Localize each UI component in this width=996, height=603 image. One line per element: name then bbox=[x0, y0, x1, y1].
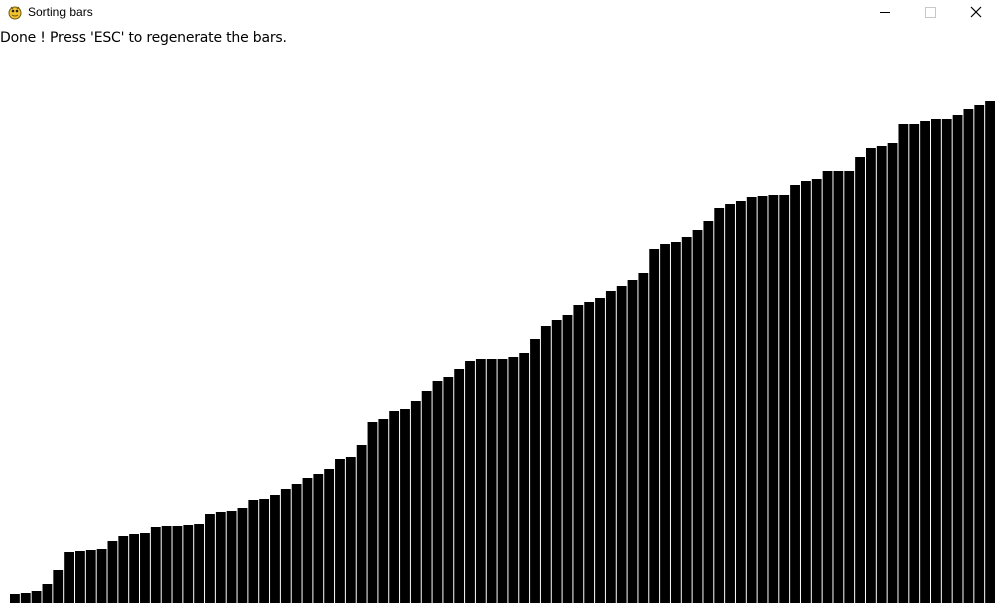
bar-23 bbox=[259, 499, 270, 603]
bar-81 bbox=[887, 143, 898, 603]
bar-53 bbox=[584, 302, 595, 603]
bar-1 bbox=[20, 593, 31, 603]
bar-32 bbox=[356, 445, 367, 603]
bar-48 bbox=[530, 339, 540, 603]
bar-24 bbox=[270, 495, 280, 603]
bar-60 bbox=[660, 244, 670, 603]
bar-13 bbox=[150, 527, 161, 603]
bar-0 bbox=[10, 594, 20, 603]
bar-40 bbox=[443, 377, 454, 603]
bar-50 bbox=[551, 320, 562, 603]
bar-61 bbox=[670, 242, 681, 603]
bar-35 bbox=[389, 411, 400, 603]
bar-21 bbox=[237, 508, 248, 603]
bar-41 bbox=[454, 369, 465, 603]
bar-47 bbox=[519, 353, 530, 603]
bar-9 bbox=[107, 541, 118, 603]
bar-18 bbox=[205, 514, 215, 603]
bar-72 bbox=[790, 185, 800, 603]
bar-39 bbox=[432, 381, 443, 603]
bar-19 bbox=[215, 512, 226, 603]
bar-7 bbox=[85, 550, 96, 603]
bar-85 bbox=[930, 119, 941, 603]
bar-73 bbox=[800, 181, 811, 603]
bar-86 bbox=[941, 119, 952, 603]
bar-3 bbox=[42, 584, 53, 603]
bar-27 bbox=[302, 478, 313, 603]
bar-36 bbox=[400, 409, 410, 603]
bar-37 bbox=[410, 401, 421, 603]
bar-31 bbox=[345, 457, 356, 603]
bar-62 bbox=[681, 237, 692, 603]
bar-49 bbox=[540, 326, 551, 603]
bar-38 bbox=[421, 391, 432, 603]
bar-83 bbox=[909, 124, 920, 603]
bar-63 bbox=[692, 230, 703, 603]
bar-22 bbox=[248, 500, 259, 603]
bar-74 bbox=[811, 179, 822, 603]
bar-25 bbox=[280, 489, 291, 603]
bar-64 bbox=[703, 221, 714, 603]
bar-43 bbox=[475, 359, 486, 603]
bar-59 bbox=[649, 249, 660, 603]
bar-70 bbox=[768, 195, 779, 603]
bar-78 bbox=[855, 157, 865, 603]
bar-12 bbox=[140, 533, 150, 603]
bar-84 bbox=[920, 121, 930, 603]
bar-29 bbox=[324, 469, 335, 603]
bar-76 bbox=[833, 171, 844, 603]
bar-54 bbox=[595, 298, 605, 603]
app-window: Sorting bars Done ! Press 'ESC' to regen… bbox=[0, 0, 996, 603]
bar-87 bbox=[952, 115, 963, 603]
bar-90 bbox=[985, 101, 995, 603]
bar-5 bbox=[64, 552, 75, 603]
bar-82 bbox=[898, 124, 909, 603]
bar-89 bbox=[974, 105, 985, 603]
bar-44 bbox=[486, 359, 497, 603]
bar-4 bbox=[53, 570, 64, 603]
bar-55 bbox=[605, 291, 616, 603]
bar-45 bbox=[497, 359, 508, 603]
bar-8 bbox=[96, 549, 107, 603]
bar-56 bbox=[616, 286, 627, 603]
bar-66 bbox=[725, 204, 735, 603]
bar-15 bbox=[172, 526, 183, 603]
bar-30 bbox=[335, 459, 345, 603]
bar-46 bbox=[508, 357, 519, 603]
bar-71 bbox=[779, 195, 790, 603]
bar-77 bbox=[844, 171, 855, 603]
bar-34 bbox=[378, 419, 389, 603]
bar-51 bbox=[562, 315, 573, 603]
bar-16 bbox=[183, 525, 194, 603]
bar-33 bbox=[367, 422, 378, 603]
bar-65 bbox=[714, 208, 725, 603]
bar-58 bbox=[638, 273, 649, 603]
bar-75 bbox=[822, 171, 833, 603]
sorted-bars-chart bbox=[10, 101, 995, 603]
bar-88 bbox=[963, 109, 974, 603]
bar-68 bbox=[746, 197, 757, 603]
bar-11 bbox=[129, 534, 140, 603]
bar-26 bbox=[291, 484, 302, 603]
bar-79 bbox=[865, 148, 876, 603]
bar-10 bbox=[118, 536, 129, 603]
bar-80 bbox=[876, 146, 887, 603]
bar-14 bbox=[161, 526, 172, 603]
bar-57 bbox=[627, 280, 638, 603]
bar-69 bbox=[757, 196, 768, 603]
bar-20 bbox=[226, 511, 237, 603]
bar-17 bbox=[194, 524, 205, 603]
bar-52 bbox=[573, 305, 584, 603]
bar-2 bbox=[31, 591, 42, 603]
bar-6 bbox=[75, 551, 85, 603]
bar-28 bbox=[313, 474, 324, 603]
bar-67 bbox=[735, 201, 746, 603]
bar-42 bbox=[465, 361, 475, 603]
